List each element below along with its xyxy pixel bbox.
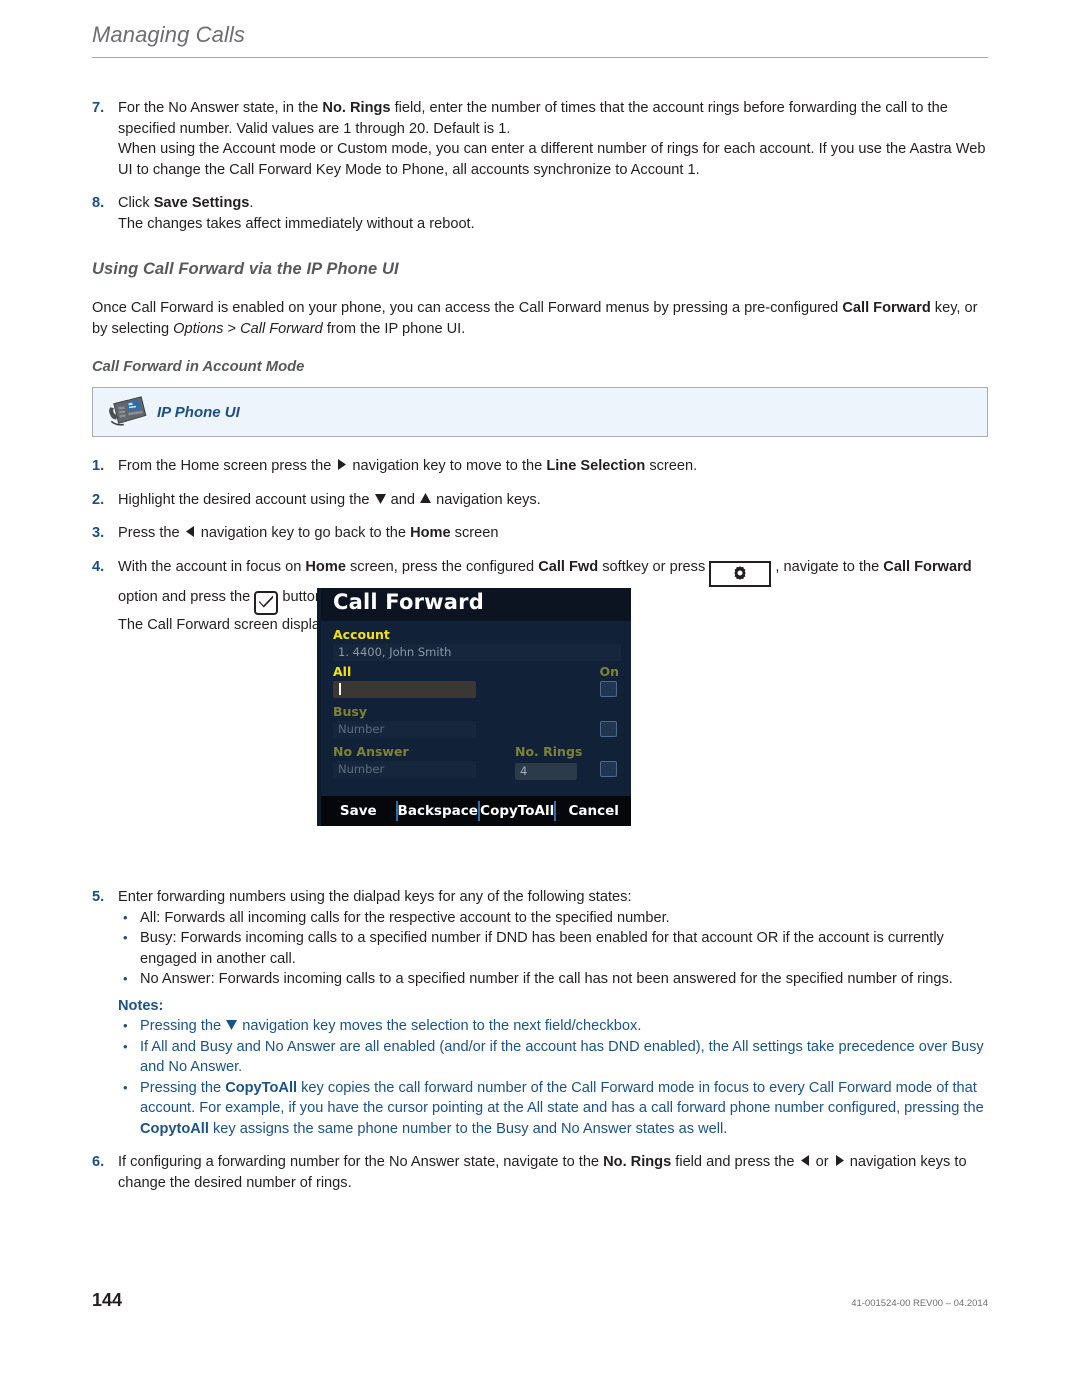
ip-phone-ui-callout: IP Phone UI <box>92 387 988 437</box>
step-number: 1. <box>92 458 105 474</box>
list-item: 5. Enter forwarding numbers using the di… <box>92 887 988 990</box>
section-heading: Using Call Forward via the IP Phone UI <box>92 260 399 278</box>
subsection-heading: Call Forward in Account Mode <box>92 359 305 375</box>
list-item: • No Answer: Forwards incoming calls to … <box>118 969 988 990</box>
account-value: 1. 4400, John Smith <box>333 644 621 661</box>
busy-number-input[interactable]: Number <box>333 721 476 738</box>
step-7-line-1: For the No Answer state, in the No. Ring… <box>118 100 948 137</box>
phone-softkey-bar: Save Backspace CopyToAll Cancel <box>317 796 631 826</box>
step-number: 6. <box>92 1154 105 1170</box>
step-number: 7. <box>92 100 105 116</box>
softkey-save[interactable]: Save <box>321 801 398 821</box>
all-number-input[interactable] <box>333 681 476 698</box>
bullet-text: All: Forwards all incoming calls for the… <box>140 909 670 926</box>
text-cursor <box>339 683 341 695</box>
step-8-line-1: Click Save Settings. <box>118 195 254 211</box>
step-number: 2. <box>92 491 105 508</box>
bullet-dot: • <box>123 930 128 945</box>
step-5-bullets: • All: Forwards all incoming calls for t… <box>118 908 988 990</box>
list-item: 7. For the No Answer state, in the No. R… <box>92 98 988 180</box>
select-check-key-icon[interactable] <box>254 590 279 615</box>
list-item: 8. Click Save Settings. The changes take… <box>92 193 988 234</box>
busy-enable-checkbox[interactable] <box>600 721 617 737</box>
step-text: From the Home screen press the navigatio… <box>118 458 698 474</box>
bullet-text: No Answer: Forwards incoming calls to a … <box>140 971 953 987</box>
page-number: 144 <box>92 1290 123 1310</box>
busy-label: Busy <box>333 704 368 719</box>
step-text: Press the navigation key to go back to t… <box>118 525 499 541</box>
bullet-dot: • <box>123 1079 128 1095</box>
no-answer-row: No Answer No. Rings Number 4 <box>333 744 621 780</box>
account-label: Account <box>333 627 390 642</box>
step-text: If configuring a forwarding number for t… <box>118 1154 967 1191</box>
section-paragraph: Once Call Forward is enabled on your pho… <box>92 300 978 337</box>
note-text: Pressing the navigation key moves the se… <box>140 1018 642 1034</box>
notes-bullets: • Pressing the navigation key moves the … <box>118 1016 988 1139</box>
busy-row: Busy Number <box>333 704 621 738</box>
step-number: 3. <box>92 525 105 541</box>
notes-block: Notes: • Pressing the navigation key mov… <box>118 996 988 1140</box>
page-title: Managing Calls <box>92 22 246 47</box>
header-divider <box>92 57 988 58</box>
step-text: Click Save Settings. The changes takes a… <box>118 193 988 234</box>
phone-screen-title: Call Forward <box>321 588 631 621</box>
all-enable-checkbox[interactable] <box>600 681 617 697</box>
notes-heading: Notes: <box>118 997 164 1014</box>
nav-arrow-icon <box>419 492 432 505</box>
step-8-line-2: The changes takes affect immediately wit… <box>118 215 475 232</box>
softkey-backspace[interactable]: Backspace <box>398 801 480 821</box>
step-text: Enter forwarding numbers using the dialp… <box>118 887 988 990</box>
callout-label: IP Phone UI <box>157 403 240 421</box>
phone-screen: Call Forward Account 1. 4400, John Smith… <box>317 588 631 796</box>
list-item: 3. Press the navigation key to go back t… <box>92 523 988 544</box>
nav-arrow-icon <box>374 492 387 505</box>
step-5-intro: Enter forwarding numbers using the dialp… <box>118 889 632 905</box>
no-answer-enable-checkbox[interactable] <box>600 761 617 777</box>
list-item: • If All and Busy and No Answer are all … <box>118 1037 988 1078</box>
all-label: All <box>333 664 352 679</box>
step-7-line-2: When using the Account mode or Custom mo… <box>118 141 986 178</box>
on-column-label: On <box>599 664 619 679</box>
all-row: All On <box>333 664 621 698</box>
bullet-dot: • <box>123 1018 128 1033</box>
step-number: 4. <box>92 558 105 575</box>
bullet-text: Busy: Forwards incoming calls to a speci… <box>140 930 944 967</box>
list-item: • All: Forwards all incoming calls for t… <box>118 908 988 929</box>
nav-arrow-icon <box>799 1154 812 1167</box>
list-item: 2. Highlight the desired account using t… <box>92 490 988 511</box>
step-text: Highlight the desired account using the … <box>118 491 541 508</box>
no-rings-label: No. Rings <box>515 744 583 759</box>
document-revision: 41-001524-00 REV00 – 04.2014 <box>851 1298 988 1309</box>
options-gear-key-icon[interactable] <box>709 560 772 587</box>
list-item: • Busy: Forwards incoming calls to a spe… <box>118 928 988 969</box>
step-text: For the No Answer state, in the No. Ring… <box>118 98 988 180</box>
nav-arrow-icon <box>833 1154 846 1167</box>
softkey-copytoall[interactable]: CopyToAll <box>480 801 557 821</box>
page-footer: 144 41-001524-00 REV00 – 04.2014 <box>92 1290 988 1311</box>
list-item: 1. From the Home screen press the naviga… <box>92 456 988 477</box>
list-item: • Pressing the CopyToAll key copies the … <box>118 1078 988 1140</box>
step-number: 5. <box>92 889 105 905</box>
note-text: If All and Busy and No Answer are all en… <box>140 1038 984 1076</box>
bullet-dot: • <box>123 971 128 986</box>
desk-phone-icon <box>105 392 151 432</box>
nav-arrow-icon <box>225 1018 238 1031</box>
account-row: Account 1. 4400, John Smith <box>333 627 621 661</box>
list-item: 6. If configuring a forwarding number fo… <box>92 1152 988 1193</box>
nav-arrow-icon <box>184 525 197 538</box>
page-header: Managing Calls <box>92 22 988 58</box>
bullet-dot: • <box>123 909 128 925</box>
no-rings-input[interactable]: 4 <box>515 763 577 780</box>
step-number: 8. <box>92 195 105 211</box>
note-text: Pressing the CopyToAll key copies the ca… <box>140 1079 984 1137</box>
bullet-dot: • <box>123 1038 128 1054</box>
phone-screen-body: Account 1. 4400, John Smith All On Busy … <box>321 621 631 780</box>
list-item: • Pressing the navigation key moves the … <box>118 1016 988 1037</box>
no-answer-number-input[interactable]: Number <box>333 761 476 778</box>
nav-arrow-icon <box>335 458 348 471</box>
call-forward-phone-screenshot: Call Forward Account 1. 4400, John Smith… <box>317 588 631 826</box>
softkey-cancel[interactable]: Cancel <box>556 801 631 821</box>
